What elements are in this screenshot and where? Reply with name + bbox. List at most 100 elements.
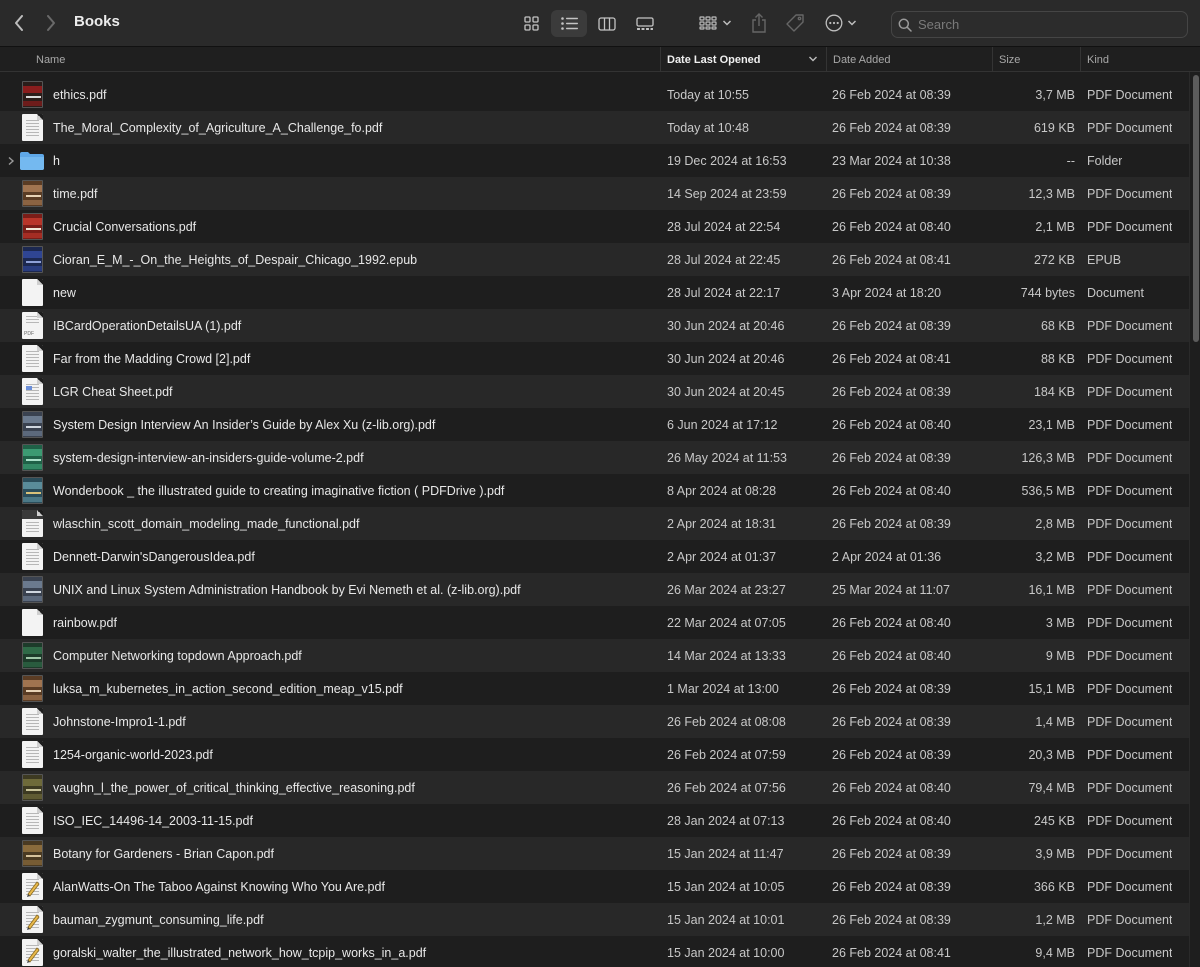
scrollbar-thumb[interactable] xyxy=(1193,75,1199,342)
file-row[interactable]: LGR Cheat Sheet.pdf 30 Jun 2024 at 20:45 2… xyxy=(0,375,1200,408)
date-added: 26 Feb 2024 at 08:40 xyxy=(832,417,951,432)
file-kind: PDF Document xyxy=(1087,351,1173,366)
pdf-file-icon xyxy=(22,906,43,933)
date-last-opened: 19 Dec 2024 at 16:53 xyxy=(667,153,787,168)
file-row[interactable]: Wonderbook _ the illustrated guide to cr… xyxy=(0,474,1200,507)
date-last-opened: 6 Jun 2024 at 17:12 xyxy=(667,417,778,432)
file-size: 16,1 MB xyxy=(1028,582,1075,597)
date-last-opened: 2 Apr 2024 at 01:37 xyxy=(667,549,777,564)
file-kind: Folder xyxy=(1087,153,1123,168)
column-view-button[interactable] xyxy=(589,10,625,37)
share-button[interactable] xyxy=(748,10,770,36)
search-input[interactable] xyxy=(918,17,1168,32)
date-last-opened: 30 Jun 2024 at 20:46 xyxy=(667,351,785,366)
list-icon xyxy=(560,17,578,30)
file-row[interactable]: Cioran_E_M_-_On_the_Heights_of_Despair_C… xyxy=(0,243,1200,276)
file-kind: EPUB xyxy=(1087,252,1122,267)
file-row[interactable]: The_Moral_Complexity_of_Agriculture_A_Ch… xyxy=(0,111,1200,144)
column-header-date-last-opened[interactable]: Date Last Opened xyxy=(660,47,826,72)
date-added: 26 Feb 2024 at 08:39 xyxy=(832,384,951,399)
column-header-name-label: Name xyxy=(36,53,66,66)
file-size: 68 KB xyxy=(1040,318,1075,333)
back-button[interactable] xyxy=(8,12,30,34)
date-last-opened: 14 Mar 2024 at 13:33 xyxy=(667,648,786,663)
more-actions-button[interactable] xyxy=(822,11,860,35)
file-size: 126,3 MB xyxy=(1021,450,1075,465)
file-name: system-design-interview-an-insiders-guid… xyxy=(53,450,364,465)
column-header-kind-label: Kind xyxy=(1087,53,1110,66)
date-last-opened: 26 Mar 2024 at 23:27 xyxy=(667,582,786,597)
file-row[interactable]: luksa_m_kubernetes_in_action_second_edit… xyxy=(0,672,1200,705)
file-row[interactable]: vaughn_l_the_power_of_critical_thinking_… xyxy=(0,771,1200,804)
file-row[interactable]: ethics.pdf Today at 10:55 26 Feb 2024 at 0… xyxy=(0,78,1200,111)
chevron-down-icon xyxy=(847,20,857,26)
date-last-opened: Today at 10:55 xyxy=(667,87,750,102)
group-grid-icon xyxy=(698,16,717,30)
file-kind: PDF Document xyxy=(1087,186,1173,201)
file-name: The_Moral_Complexity_of_Agriculture_A_Ch… xyxy=(53,120,383,135)
date-added: 26 Feb 2024 at 08:39 xyxy=(832,87,951,102)
file-row[interactable]: ISO_IEC_14496-14_2003-11-15.pdf 28 Jan 20… xyxy=(0,804,1200,837)
file-size: 3,9 MB xyxy=(1035,846,1075,861)
file-row[interactable]: UNIX and Linux System Administration Han… xyxy=(0,573,1200,606)
file-row[interactable]: 1254-organic-world-2023.pdf 26 Feb 2024 a… xyxy=(0,738,1200,771)
file-row[interactable]: goralski_walter_the_illustrated_network_… xyxy=(0,936,1200,967)
file-kind: PDF Document xyxy=(1087,318,1173,333)
column-header-size[interactable]: Size xyxy=(992,47,1080,72)
file-size: 23,1 MB xyxy=(1028,417,1075,432)
date-last-opened: 26 Feb 2024 at 07:56 xyxy=(667,780,786,795)
vertical-scrollbar[interactable] xyxy=(1189,72,1200,967)
file-row[interactable]: Crucial Conversations.pdf 28 Jul 2024 at … xyxy=(0,210,1200,243)
file-row[interactable]: AlanWatts-On The Taboo Against Knowing W… xyxy=(0,870,1200,903)
file-name: Cioran_E_M_-_On_the_Heights_of_Despair_C… xyxy=(53,252,418,267)
gallery-view-button[interactable] xyxy=(627,10,663,37)
file-row[interactable]: Johnstone-Impro1-1.pdf 26 Feb 2024 at 08:… xyxy=(0,705,1200,738)
file-name: bauman_zygmunt_consuming_life.pdf xyxy=(53,912,264,927)
date-added: 26 Feb 2024 at 08:39 xyxy=(832,747,951,762)
date-added: 26 Feb 2024 at 08:40 xyxy=(832,813,951,828)
date-last-opened: 15 Jan 2024 at 10:00 xyxy=(667,945,785,960)
file-row[interactable]: bauman_zygmunt_consuming_life.pdf 15 Jan … xyxy=(0,903,1200,936)
column-header-kind[interactable]: Kind xyxy=(1080,47,1200,72)
file-row[interactable]: h 19 Dec 2024 at 16:53 23 Mar 2024 at 10:3… xyxy=(0,144,1200,177)
date-added: 26 Feb 2024 at 08:39 xyxy=(832,516,951,531)
file-row[interactable]: Dennett-Darwin'sDangerousIdea.pdf 2 Apr 2… xyxy=(0,540,1200,573)
disclosure-triangle-icon[interactable] xyxy=(7,155,15,166)
pdf-file-icon xyxy=(22,774,43,801)
columns-icon xyxy=(598,16,616,31)
file-row[interactable]: new 28 Jul 2024 at 22:17 3 Apr 2024 at 18:… xyxy=(0,276,1200,309)
file-size: 9 MB xyxy=(1045,648,1075,663)
date-added: 26 Feb 2024 at 08:39 xyxy=(832,318,951,333)
file-name: IBCardOperationDetailsUA (1).pdf xyxy=(53,318,242,333)
group-by-button[interactable] xyxy=(696,11,734,35)
grid-icon xyxy=(523,16,539,31)
file-row[interactable]: Botany for Gardeners - Brian Capon.pdf 15… xyxy=(0,837,1200,870)
file-row[interactable]: Computer Networking topdown Approach.pdf… xyxy=(0,639,1200,672)
file-kind: PDF Document xyxy=(1087,219,1173,234)
file-row[interactable]: PDF IBCardOperationDetailsUA (1).pdf 30 Ju… xyxy=(0,309,1200,342)
file-name: vaughn_l_the_power_of_critical_thinking_… xyxy=(53,780,415,795)
column-header-date-added[interactable]: Date Added xyxy=(826,47,992,72)
file-row[interactable]: rainbow.pdf 22 Mar 2024 at 07:05 26 Feb 20… xyxy=(0,606,1200,639)
column-header-name[interactable]: Name xyxy=(30,47,660,72)
chevron-right-icon xyxy=(47,15,55,31)
search-field[interactable] xyxy=(891,11,1188,38)
file-row[interactable]: wlaschin_scott_domain_modeling_made_func… xyxy=(0,507,1200,540)
date-last-opened: 14 Sep 2024 at 23:59 xyxy=(667,186,787,201)
date-added: 26 Feb 2024 at 08:40 xyxy=(832,219,951,234)
list-view-button[interactable] xyxy=(551,10,587,37)
tag-button[interactable] xyxy=(783,11,807,35)
pdf-file-icon xyxy=(22,543,43,570)
pdf-file-icon xyxy=(22,114,43,141)
file-row[interactable]: Far from the Madding Crowd [2].pdf 30 Jun… xyxy=(0,342,1200,375)
file-size: 366 KB xyxy=(1033,879,1075,894)
icon-view-button[interactable] xyxy=(513,10,549,37)
file-row[interactable]: system-design-interview-an-insiders-guid… xyxy=(0,441,1200,474)
pdf-file-icon xyxy=(22,345,43,372)
file-row[interactable]: System Design Interview An Insider’s Gui… xyxy=(0,408,1200,441)
file-row[interactable]: time.pdf 14 Sep 2024 at 23:59 26 Feb 2024 … xyxy=(0,177,1200,210)
forward-button[interactable] xyxy=(40,12,62,34)
date-added: 26 Feb 2024 at 08:40 xyxy=(832,615,951,630)
date-last-opened: 15 Jan 2024 at 10:05 xyxy=(667,879,785,894)
pdf-file-icon xyxy=(22,444,43,471)
